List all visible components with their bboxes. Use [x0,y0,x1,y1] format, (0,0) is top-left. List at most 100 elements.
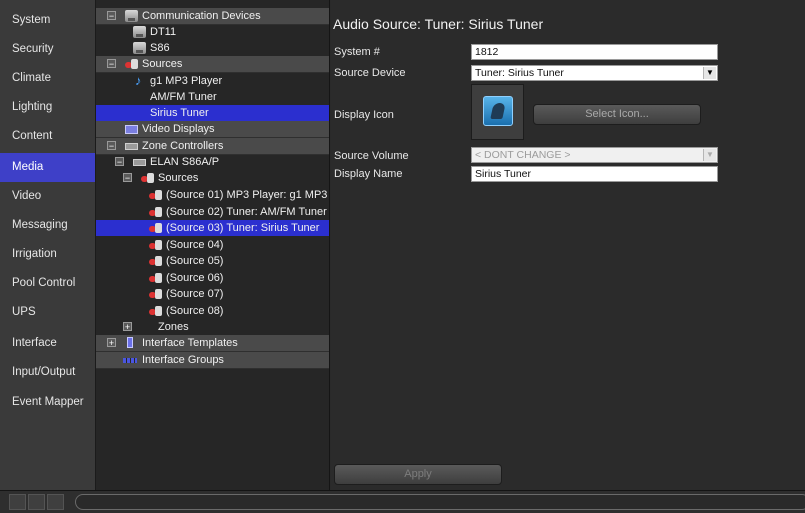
sidebar-item-event-mapper[interactable]: Event Mapper [0,388,95,417]
audio-source-icon [149,189,162,201]
bottom-toolbar [0,490,805,513]
tree-node-label: Sources [142,58,183,70]
tree-node-label: (Source 01) MP3 Player: g1 MP3 [166,189,328,201]
collapse-icon[interactable]: − [107,59,116,69]
tree-node-sirius-tuner[interactable]: Sirius Tuner [96,105,329,121]
zone-controller-icon [133,159,146,166]
chevron-down-icon[interactable]: ▼ [703,67,716,79]
sidebar-item-interface[interactable]: Interface [0,329,95,358]
tree-node-interface-templates[interactable]: + Interface Templates [96,335,329,352]
display-name-field[interactable]: Sirius Tuner [471,166,718,182]
tree-node-label: Communication Devices [142,10,261,22]
sidebar-item-ups[interactable]: UPS [0,298,95,327]
music-note-icon: ♪ [135,73,142,88]
tree-node-zone-source[interactable]: (Source 05) [96,253,329,269]
audio-source-icon [149,272,162,284]
sidebar-item-system[interactable]: System [0,6,95,35]
expand-icon[interactable]: + [107,338,116,348]
tree-node-label: (Source 06) [166,272,224,284]
tree-node-label: Sources [158,172,199,184]
toolbar-slot[interactable] [28,494,45,510]
template-icon [127,337,133,348]
source-device-label: Source Device [334,67,406,79]
tree-node-zone-source[interactable]: (Source 01) MP3 Player: g1 MP3 [96,187,329,203]
apply-button[interactable]: Apply [334,464,502,485]
tree-node-sources[interactable]: − Sources [96,56,329,73]
source-volume-select[interactable]: < DONT CHANGE > ▼ [471,147,718,163]
audio-source-icon [149,222,162,234]
sidebar-item-content[interactable]: Content [0,122,95,151]
sidebar-item-lighting[interactable]: Lighting [0,93,95,122]
toolbar-slot[interactable] [9,494,26,510]
tree-node-label: Zones [158,321,189,333]
chevron-down-icon[interactable]: ▼ [703,149,716,161]
system-number-field[interactable]: 1812 [471,44,718,60]
device-icon [133,42,146,54]
audio-source-icon [149,288,162,300]
device-icon [125,10,138,22]
tree-node-g1-mp3-player[interactable]: ♪ g1 MP3 Player [96,73,329,89]
collapse-icon[interactable]: − [115,157,124,167]
audio-source-icon [149,305,162,317]
tree-node-label: g1 MP3 Player [150,75,223,87]
source-volume-value: < DONT CHANGE > [475,149,571,161]
tree-node-interface-groups[interactable]: Interface Groups [96,352,329,369]
sidebar-item-video[interactable]: Video [0,182,95,211]
audio-source-icon [149,206,162,218]
device-icon [133,26,146,38]
page-title: Audio Source: Tuner: Sirius Tuner [333,16,544,32]
tree-node-video-displays[interactable]: Video Displays [96,121,329,138]
display-icon-preview [471,84,524,140]
display-icon [125,125,138,134]
tree-node-label: Sirius Tuner [150,107,209,119]
tree-node-label: AM/FM Tuner [150,91,217,103]
tree-node-zone-controllers[interactable]: − Zone Controllers [96,138,329,155]
tree-node-label: (Source 08) [166,305,224,317]
detail-panel: Audio Source: Tuner: Sirius Tuner System… [331,0,805,490]
collapse-icon[interactable]: − [107,141,116,151]
source-device-value: Tuner: Sirius Tuner [475,67,564,79]
tree-node-label: Interface Templates [142,337,238,349]
tree-node-zc-sources[interactable]: − Sources [96,170,329,186]
collapse-icon[interactable]: − [107,11,116,21]
collapse-icon[interactable]: − [123,173,132,183]
horizontal-scrollbar[interactable] [75,494,805,510]
sidebar-item-pool-control[interactable]: Pool Control [0,269,95,298]
tree-node-label: Zone Controllers [142,140,224,152]
display-icon-label: Display Icon [334,109,394,121]
sidebar-item-media[interactable]: Media [0,153,95,182]
tree-node-dt11[interactable]: DT11 [96,24,329,40]
audio-source-icon [149,255,162,267]
toolbar-slot[interactable] [47,494,64,510]
tree-node-communication-devices[interactable]: − Communication Devices [96,8,329,25]
tree-node-label: ELAN S86A/P [150,156,220,168]
tree-node-zone-source[interactable]: (Source 08) [96,303,329,319]
tree-node-am-fm-tuner[interactable]: AM/FM Tuner [96,89,329,105]
tree-node-zones[interactable]: + Zones [96,319,329,335]
tree-node-zone-source[interactable]: (Source 03) Tuner: Sirius Tuner [96,220,329,236]
tree-node-label: (Source 02) Tuner: AM/FM Tuner [166,206,327,218]
audio-source-icon [149,239,162,251]
sidebar-item-climate[interactable]: Climate [0,64,95,93]
tree-node-label: (Source 04) [166,239,224,251]
system-number-label: System # [334,46,380,58]
source-device-select[interactable]: Tuner: Sirius Tuner ▼ [471,65,718,81]
tree-node-zone-source[interactable]: (Source 07) [96,286,329,302]
tree-node-label: Interface Groups [142,354,224,366]
tree-node-zone-source[interactable]: (Source 04) [96,237,329,253]
tree-node-elan-s86ap[interactable]: − ELAN S86A/P [96,154,329,170]
tree-node-label: (Source 05) [166,255,224,267]
sidebar-item-messaging[interactable]: Messaging [0,211,95,240]
zone-controller-icon [125,143,138,150]
tree-node-zone-source[interactable]: (Source 06) [96,270,329,286]
sidebar-item-input-output[interactable]: Input/Output [0,358,95,387]
tree-node-zone-source[interactable]: (Source 02) Tuner: AM/FM Tuner [96,204,329,220]
configuration-tree: − Communication Devices DT11 S86 − Sourc… [96,0,330,490]
sidebar-item-irrigation[interactable]: Irrigation [0,240,95,269]
sidebar-item-security[interactable]: Security [0,35,95,64]
tree-node-label: (Source 03) Tuner: Sirius Tuner [166,222,320,234]
tree-node-label: (Source 07) [166,288,224,300]
tree-node-s86[interactable]: S86 [96,40,329,56]
expand-icon[interactable]: + [123,322,132,332]
select-icon-button[interactable]: Select Icon... [533,104,701,125]
